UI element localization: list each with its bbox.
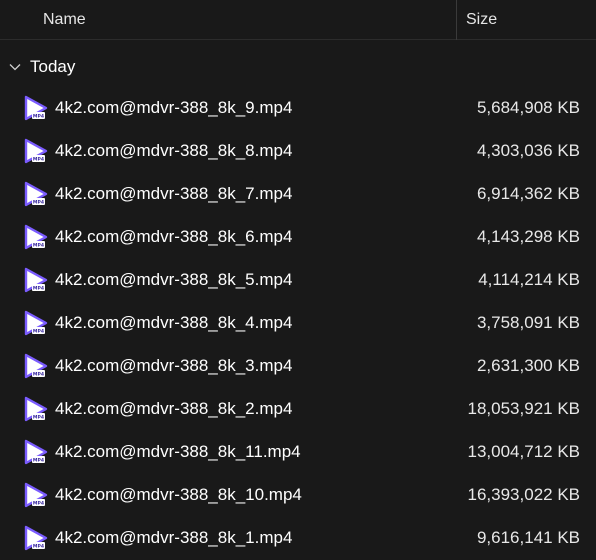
svg-text:MP4: MP4 <box>33 157 44 163</box>
chevron-down-icon[interactable] <box>7 59 23 75</box>
file-size: 4,143,298 KB <box>476 227 580 246</box>
file-size: 6,914,362 KB <box>476 184 580 203</box>
file-row[interactable]: MP4 4k2.com@mdvr-388_8k_6.mp4 4,143,298 … <box>0 215 596 258</box>
file-name: 4k2.com@mdvr-388_8k_3.mp4 <box>55 356 293 375</box>
mp4-video-icon: MP4 <box>23 482 49 508</box>
mp4-video-icon: MP4 <box>23 310 49 336</box>
svg-text:MP4: MP4 <box>33 329 44 335</box>
file-name: 4k2.com@mdvr-388_8k_7.mp4 <box>55 184 293 203</box>
file-row[interactable]: MP4 4k2.com@mdvr-388_8k_8.mp4 4,303,036 … <box>0 129 596 172</box>
file-size: 4,303,036 KB <box>476 141 580 160</box>
mp4-video-icon: MP4 <box>23 525 49 551</box>
file-name: 4k2.com@mdvr-388_8k_5.mp4 <box>55 270 293 289</box>
file-rows: MP4 4k2.com@mdvr-388_8k_9.mp4 5,684,908 … <box>0 86 596 559</box>
svg-text:MP4: MP4 <box>33 200 44 206</box>
mp4-video-icon: MP4 <box>23 95 49 121</box>
svg-text:MP4: MP4 <box>33 415 44 421</box>
file-list-pane: Name Size Today MP4 4k2.com@mdvr-388_8k_… <box>0 0 596 560</box>
file-row[interactable]: MP4 4k2.com@mdvr-388_8k_2.mp4 18,053,921… <box>0 387 596 430</box>
file-size: 5,684,908 KB <box>476 98 580 117</box>
file-row[interactable]: MP4 4k2.com@mdvr-388_8k_10.mp4 16,393,02… <box>0 473 596 516</box>
column-header-bar: Name Size <box>0 0 596 40</box>
file-name: 4k2.com@mdvr-388_8k_1.mp4 <box>55 528 293 547</box>
file-row[interactable]: MP4 4k2.com@mdvr-388_8k_1.mp4 9,616,141 … <box>0 516 596 559</box>
svg-text:MP4: MP4 <box>33 286 44 292</box>
file-row[interactable]: MP4 4k2.com@mdvr-388_8k_11.mp4 13,004,71… <box>0 430 596 473</box>
file-size: 2,631,300 KB <box>476 356 580 375</box>
mp4-video-icon: MP4 <box>23 353 49 379</box>
mp4-video-icon: MP4 <box>23 396 49 422</box>
group-label: Today <box>30 57 76 76</box>
svg-text:MP4: MP4 <box>33 372 44 378</box>
file-name: 4k2.com@mdvr-388_8k_4.mp4 <box>55 313 293 332</box>
file-name: 4k2.com@mdvr-388_8k_2.mp4 <box>55 399 293 418</box>
mp4-video-icon: MP4 <box>23 224 49 250</box>
mp4-video-icon: MP4 <box>23 181 49 207</box>
file-name: 4k2.com@mdvr-388_8k_11.mp4 <box>55 442 301 461</box>
svg-text:MP4: MP4 <box>33 114 44 120</box>
file-row[interactable]: MP4 4k2.com@mdvr-388_8k_3.mp4 2,631,300 … <box>0 344 596 387</box>
file-size: 16,393,022 KB <box>467 485 580 504</box>
svg-text:MP4: MP4 <box>33 458 44 464</box>
mp4-video-icon: MP4 <box>23 138 49 164</box>
file-row[interactable]: MP4 4k2.com@mdvr-388_8k_9.mp4 5,684,908 … <box>0 86 596 129</box>
file-size: 3,758,091 KB <box>476 313 580 332</box>
file-row[interactable]: MP4 4k2.com@mdvr-388_8k_5.mp4 4,114,214 … <box>0 258 596 301</box>
file-row[interactable]: MP4 4k2.com@mdvr-388_8k_4.mp4 3,758,091 … <box>0 301 596 344</box>
file-size: 18,053,921 KB <box>467 399 580 418</box>
svg-text:MP4: MP4 <box>33 501 44 507</box>
svg-text:MP4: MP4 <box>33 544 44 550</box>
svg-text:MP4: MP4 <box>33 243 44 249</box>
file-name: 4k2.com@mdvr-388_8k_6.mp4 <box>55 227 293 246</box>
size-column-header[interactable]: Size <box>457 0 596 40</box>
file-name: 4k2.com@mdvr-388_8k_10.mp4 <box>55 485 302 504</box>
file-row[interactable]: MP4 4k2.com@mdvr-388_8k_7.mp4 6,914,362 … <box>0 172 596 215</box>
group-header-today[interactable]: Today <box>0 50 596 84</box>
file-name: 4k2.com@mdvr-388_8k_9.mp4 <box>55 98 293 117</box>
file-size: 9,616,141 KB <box>476 528 580 547</box>
mp4-video-icon: MP4 <box>23 439 49 465</box>
file-size: 4,114,214 KB <box>478 270 580 289</box>
file-name: 4k2.com@mdvr-388_8k_8.mp4 <box>55 141 293 160</box>
mp4-video-icon: MP4 <box>23 267 49 293</box>
file-size: 13,004,712 KB <box>467 442 580 461</box>
name-column-header[interactable]: Name <box>0 0 456 40</box>
